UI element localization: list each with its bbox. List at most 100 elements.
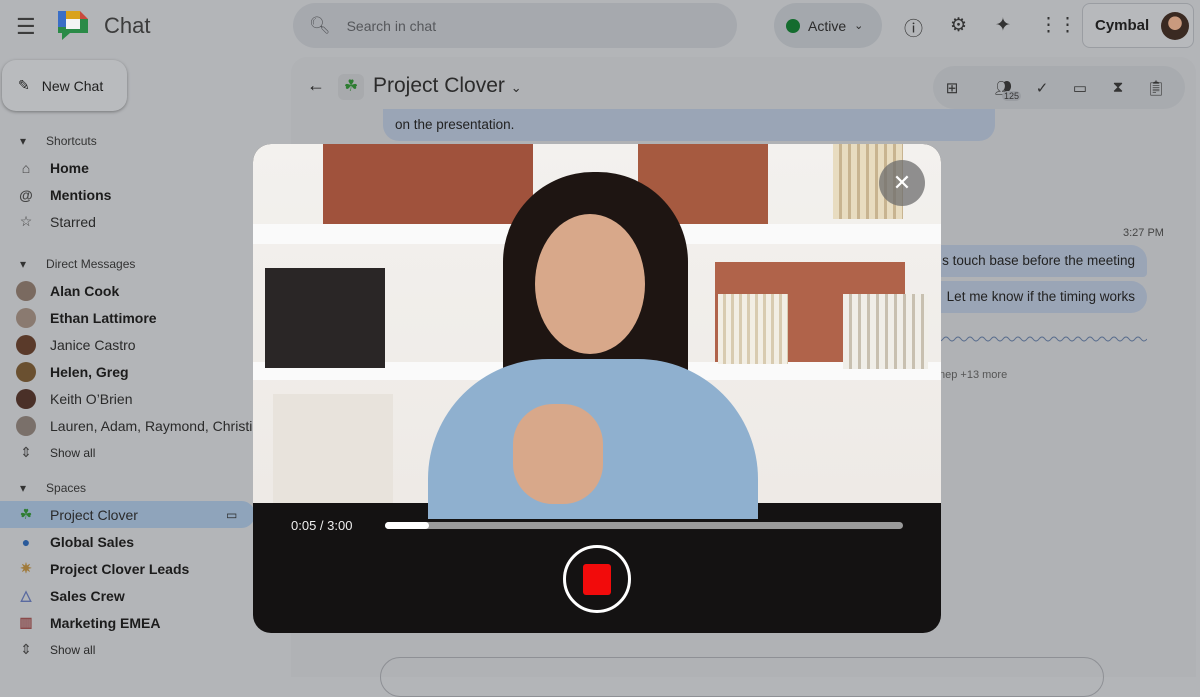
gemini-icon[interactable]: ✦: [995, 14, 1011, 37]
item-label: Project Clover Leads: [50, 560, 190, 577]
message-bubble: Let me know if the timing works: [921, 281, 1147, 313]
back-arrow-icon[interactable]: ←: [307, 75, 325, 96]
dm-helen-greg[interactable]: Helen, Greg: [0, 358, 255, 385]
dm-keith-obrien[interactable]: Keith O’Brien: [0, 385, 255, 412]
new-chat-label: New Chat: [41, 77, 104, 94]
account-button[interactable]: Cymbal: [1082, 3, 1194, 48]
settings-icon[interactable]: ⚙: [950, 14, 967, 37]
chevron-down-icon: ⌄: [854, 20, 864, 32]
hourglass-icon[interactable]: ⧗: [1099, 79, 1137, 96]
app-name: Chat: [104, 13, 151, 38]
files-icon[interactable]: ▭: [1061, 79, 1099, 97]
item-label: Alan Cook: [50, 282, 120, 299]
expand-icon: ⇕: [20, 444, 32, 460]
video-message-icon[interactable]: ⊞: [933, 79, 971, 97]
section-label: Direct Messages: [46, 256, 136, 271]
item-label: Starred: [50, 213, 96, 230]
globe-icon: ●: [21, 533, 31, 550]
chat-logo-icon: [58, 11, 88, 40]
message-text: on the presentation.: [395, 117, 515, 132]
space-title[interactable]: Project Clover ⌄: [373, 74, 522, 98]
recording-progress: [385, 522, 903, 529]
avatar: [16, 388, 36, 409]
item-label: Janice Castro: [50, 336, 136, 353]
party-icon: ✷: [20, 560, 32, 576]
status-label: Active: [808, 17, 847, 34]
dm-show-all[interactable]: ⇕ Show all: [0, 439, 255, 466]
caret-icon: ▾: [20, 133, 27, 148]
item-label: Helen, Greg: [50, 363, 129, 380]
tasks-icon[interactable]: ✓: [1023, 79, 1061, 97]
dm-alan-cook[interactable]: Alan Cook: [0, 277, 255, 304]
hamburger-icon[interactable]: ☰: [16, 14, 36, 40]
recording-time: 0:05 / 3:00: [291, 518, 353, 533]
message-text: s touch base before the meeting: [942, 253, 1135, 268]
space-project-clover[interactable]: ☘ Project Clover ▭: [0, 501, 255, 528]
search-input[interactable]: 🔍︎ Search in chat: [293, 3, 737, 48]
message-input[interactable]: [380, 657, 1104, 697]
space-marketing-emea[interactable]: ▥ Marketing EMEA: [0, 609, 255, 636]
item-label: Lauren, Adam, Raymond, Christian: [50, 417, 255, 434]
avatar: [16, 334, 36, 355]
sidebar-item-mentions[interactable]: @ Mentions: [0, 181, 255, 208]
item-label: Keith O’Brien: [50, 390, 133, 407]
section-label: Shortcuts: [46, 133, 97, 148]
dm-janice-castro[interactable]: Janice Castro: [0, 331, 255, 358]
expand-icon: ⇕: [20, 641, 32, 657]
avatar: [16, 280, 36, 301]
dm-ethan-lattimore[interactable]: Ethan Lattimore: [0, 304, 255, 331]
item-label: Mentions: [50, 186, 112, 203]
new-chat-icon: ✎: [18, 77, 30, 93]
sidebar-item-starred[interactable]: ☆ Starred: [0, 208, 255, 235]
item-label: Sales Crew: [50, 587, 125, 604]
search-placeholder: Search in chat: [346, 17, 437, 34]
video-recorder-dialog: ✕ 0:05 / 3:00: [253, 144, 941, 633]
stop-recording-button[interactable]: [563, 545, 631, 613]
spaces-show-all[interactable]: ⇕ Show all: [0, 636, 255, 663]
message-bubble: on the presentation.: [383, 109, 995, 141]
reactions-summary[interactable]: nep +13 more: [939, 369, 1007, 381]
star-icon: ☆: [19, 213, 33, 229]
close-button[interactable]: ✕: [879, 160, 925, 206]
message-bubble: s touch base before the meeting: [921, 245, 1147, 277]
space-global-sales[interactable]: ● Global Sales: [0, 528, 255, 555]
avatar: [16, 361, 36, 382]
section-direct-messages[interactable]: ▾ Direct Messages: [0, 250, 255, 277]
dm-group[interactable]: Lauren, Adam, Raymond, Christian: [0, 412, 255, 439]
section-spaces[interactable]: ▾ Spaces: [0, 474, 255, 501]
close-icon: ✕: [892, 170, 912, 195]
sidebar: ▾ Shortcuts ⌂ Home @ Mentions ☆ Starred ▾ Dir…: [0, 127, 255, 663]
members-icon[interactable]: 👥︎ 125: [985, 79, 1023, 101]
message-text: Let me know if the timing works: [946, 289, 1135, 304]
message-time: 3:27 PM: [1123, 227, 1164, 239]
progress-fill: [385, 522, 430, 529]
avatar: [16, 307, 36, 328]
space-project-clover-leads[interactable]: ✷ Project Clover Leads: [0, 555, 255, 582]
clover-icon: ☘: [19, 506, 33, 522]
home-icon: ⌂: [21, 159, 31, 176]
item-label: Show all: [50, 445, 96, 460]
new-chat-button[interactable]: ✎ New Chat: [2, 60, 127, 111]
brand-name: Cymbal: [1095, 17, 1150, 34]
item-label: Ethan Lattimore: [50, 309, 157, 326]
help-icon[interactable]: ⓘ: [904, 14, 923, 41]
search-icon: 🔍︎: [309, 15, 331, 35]
top-bar: ☰ Chat 🔍︎ Search in chat Active ⌄ ⓘ ⚙ ✦ ⋮⋮…: [0, 0, 1200, 56]
status-dropdown[interactable]: Active ⌄: [774, 3, 882, 48]
clipboard-icon[interactable]: 📋︎: [1137, 79, 1175, 97]
clover-icon: ☘: [338, 74, 364, 100]
section-shortcuts[interactable]: ▾ Shortcuts: [0, 127, 255, 154]
item-label: Home: [50, 159, 89, 176]
space-sales-crew[interactable]: △ Sales Crew: [0, 582, 255, 609]
space-title-text: Project Clover: [373, 74, 505, 97]
item-label: Show all: [50, 642, 96, 657]
status-dot: [786, 18, 800, 33]
avatar: [1161, 11, 1190, 40]
item-label: Global Sales: [50, 533, 135, 550]
sidebar-item-home[interactable]: ⌂ Home: [0, 154, 255, 181]
section-label: Spaces: [46, 480, 87, 495]
caret-icon: ▾: [20, 256, 27, 271]
stop-icon: [583, 563, 611, 595]
caret-icon: ▾: [20, 480, 27, 495]
building-icon: ▥: [19, 614, 33, 630]
